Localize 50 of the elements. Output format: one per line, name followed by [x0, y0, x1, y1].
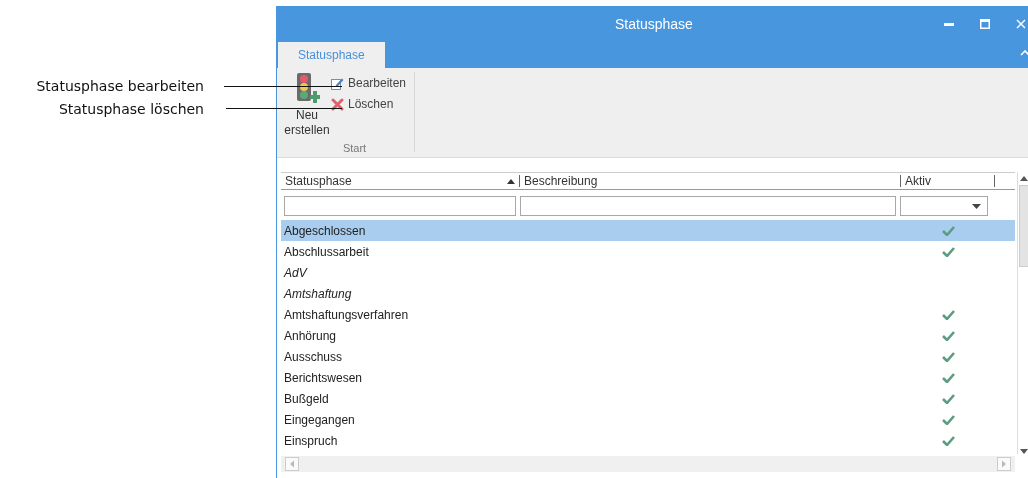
group-label: Start [341, 142, 368, 154]
scroll-down-icon[interactable] [1020, 449, 1028, 454]
table-cell-text: Einspruch [283, 433, 339, 448]
table-row[interactable]: Anhörung [281, 325, 1015, 346]
table-cell-text: Anhörung [283, 328, 338, 343]
close-icon[interactable] [1016, 19, 1026, 29]
table-cell-text: Abgeschlossen [283, 223, 367, 238]
scroll-right-icon[interactable] [997, 457, 1011, 471]
edit-button[interactable]: Bearbeiten [331, 74, 407, 92]
table-row[interactable]: Bußgeld [281, 388, 1015, 409]
table-cell-text: Amtshaftung [282, 286, 353, 301]
table-row[interactable]: Berichtswesen [281, 367, 1015, 388]
dropdown-arrow-icon [972, 203, 981, 209]
collapse-ribbon-icon[interactable] [1020, 50, 1028, 56]
scrollbar-thumb[interactable] [1018, 185, 1028, 267]
minimize-icon[interactable] [944, 22, 954, 26]
table-row[interactable]: Abgeschlossen [281, 220, 1015, 241]
column-header[interactable]: Beschreibung [520, 175, 901, 187]
table-row[interactable]: Amtshaftung [281, 283, 1015, 304]
edit-icon [331, 76, 344, 90]
table-row[interactable]: Ausschuss [281, 346, 1015, 367]
table-row[interactable]: Abschlussarbeit [281, 241, 1015, 262]
table-cell-text: Amtshaftungsverfahren [283, 307, 410, 322]
table-row[interactable]: Amtshaftungsverfahren [281, 304, 1015, 325]
table-cell-text: Eingegangen [283, 412, 356, 427]
column-header[interactable]: Statusphase [281, 175, 520, 187]
horizontal-scrollbar[interactable] [281, 456, 1015, 472]
filter-field[interactable] [284, 196, 516, 216]
table-cell-text: Ausschuss [283, 349, 344, 364]
table-row[interactable]: Einspruch [281, 430, 1015, 451]
table-cell-text: Abschlussarbeit [283, 244, 370, 259]
table-row[interactable]: Eingegangen [281, 409, 1015, 430]
window-title: Statusphase [615, 16, 693, 32]
maximize-icon[interactable] [980, 19, 990, 29]
new-button[interactable]: Neu erstellen [283, 72, 331, 138]
scroll-up-icon[interactable] [1020, 176, 1028, 181]
table-cell-text: Bußgeld [283, 391, 330, 406]
vertical-scrollbar[interactable] [1017, 172, 1028, 454]
annotation-label: Statusphase bearbeiten [36, 77, 204, 94]
traffic-light-icon [294, 72, 320, 104]
annotation-label: Statusphase löschen [58, 100, 204, 117]
scroll-left-icon[interactable] [285, 457, 299, 471]
table-cell-text: AdV [282, 265, 309, 280]
column-header[interactable]: Aktiv [901, 175, 995, 187]
delete-button[interactable]: Löschen [331, 95, 407, 113]
filter-field[interactable] [520, 196, 896, 216]
table-row[interactable]: AdV [281, 262, 1015, 283]
delete-icon [331, 97, 344, 111]
filter-dropdown[interactable] [900, 196, 988, 216]
table-cell-text: Berichtswesen [283, 370, 364, 385]
